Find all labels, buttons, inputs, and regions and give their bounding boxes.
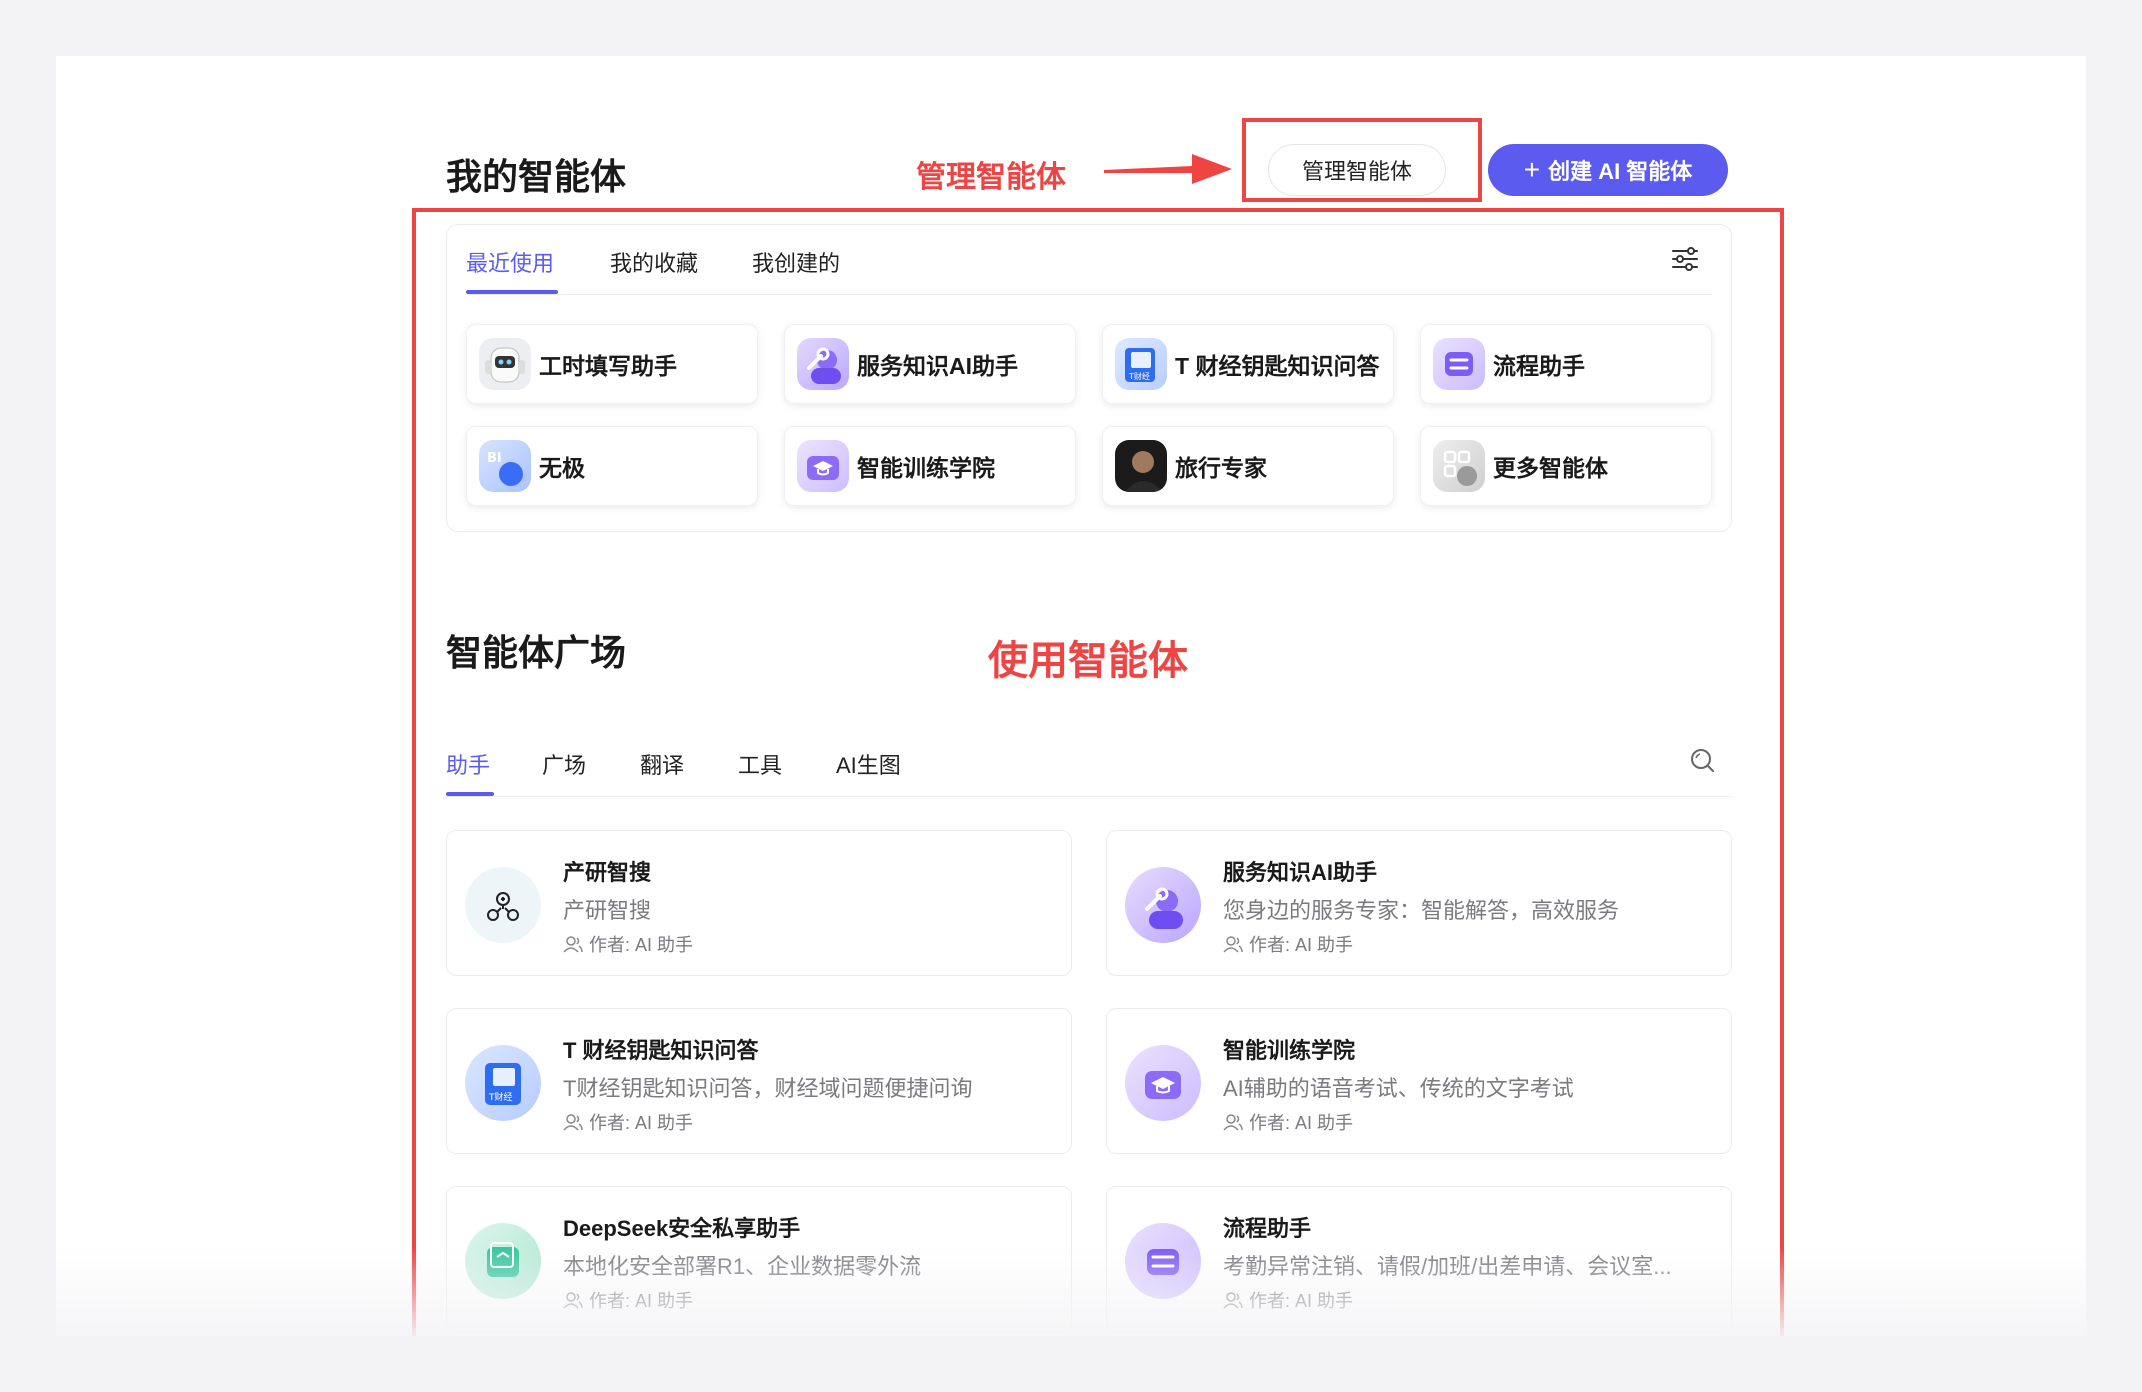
create-agent-button[interactable]: + 创建 AI 智能体 (1488, 144, 1728, 196)
create-agent-label: 创建 AI 智能体 (1548, 159, 1693, 184)
user-icon (563, 1292, 583, 1309)
agent-card-author-text: 作者: AI 助手 (589, 1291, 694, 1311)
graduation-cap-icon (797, 440, 849, 492)
tab-recent[interactable]: 最近使用 (466, 246, 554, 278)
agent-card-author: 作者: AI 助手 (563, 1109, 693, 1135)
recent-agent-name: 服务知识AI助手 (857, 353, 1018, 379)
svg-text:T财经: T财经 (1128, 371, 1150, 381)
wrench-person-icon (797, 338, 849, 390)
agent-card[interactable]: 智能训练学院 AI辅助的语音考试、传统的文字考试 作者: AI 助手 (1106, 1008, 1732, 1154)
agent-card-author: 作者: AI 助手 (1223, 1287, 1353, 1313)
agent-card-author: 作者: AI 助手 (563, 931, 693, 957)
agent-card-author-text: 作者: AI 助手 (589, 935, 694, 955)
recent-agent-name: 无极 (539, 455, 585, 481)
recent-agent-card[interactable]: 更多智能体 (1420, 426, 1712, 506)
agent-card[interactable]: 流程助手 考勤异常注销、请假/加班/出差申请、会议室... 作者: AI 助手 (1106, 1186, 1732, 1332)
agent-card-desc: AI辅助的语音考试、传统的文字考试 (1223, 1076, 1574, 1101)
agent-card-desc: 产研智搜 (563, 898, 652, 923)
agent-card-author: 作者: AI 助手 (1223, 1109, 1353, 1135)
svg-text:BI: BI (487, 451, 502, 466)
svg-text:T财经: T财经 (488, 1091, 513, 1103)
agent-card[interactable]: 产研智搜 产研智搜 作者: AI 助手 (446, 830, 1072, 976)
agent-card-author-text: 作者: AI 助手 (1249, 1291, 1354, 1311)
agent-card-title: T 财经钥匙知识问答 (563, 1038, 759, 1063)
recent-agent-name: 更多智能体 (1493, 455, 1608, 481)
recent-agent-card[interactable]: BI 无极 (466, 426, 758, 506)
book-icon: T财经 (465, 1045, 541, 1121)
agent-card-desc: 本地化安全部署R1、企业数据零外流 (563, 1254, 922, 1279)
my-agents-title: 我的智能体 (446, 156, 627, 197)
plaza-tabs-divider (446, 796, 1732, 797)
agent-card[interactable]: T财经 T 财经钥匙知识问答 T财经钥匙知识问答，财经域问题便捷问询 作者: A… (446, 1008, 1072, 1154)
agent-card-desc: 考勤异常注销、请假/加班/出差申请、会议室... (1223, 1254, 1672, 1279)
page-canvas: 我的智能体 管理智能体 管理智能体 + 创建 AI 智能体 最近使用 我的收藏 … (56, 56, 2086, 1336)
flow-icon (1433, 338, 1485, 390)
agent-card-title: 服务知识AI助手 (1223, 860, 1378, 885)
user-icon (1223, 936, 1243, 953)
annotation-manage-label: 管理智能体 (916, 161, 1066, 194)
agent-card-title: DeepSeek安全私享助手 (563, 1216, 801, 1241)
annotation-arrow-icon (1104, 154, 1232, 184)
user-icon (563, 936, 583, 953)
recent-agent-name: 智能训练学院 (857, 455, 995, 481)
search-icon[interactable] (1688, 746, 1716, 774)
agent-card[interactable]: DeepSeek安全私享助手 本地化安全部署R1、企业数据零外流 作者: AI … (446, 1186, 1072, 1332)
grid-icon (1433, 440, 1485, 492)
recent-agent-card[interactable]: T财经 T 财经钥匙知识问答 (1102, 324, 1394, 404)
agent-card-title: 智能训练学院 (1223, 1038, 1356, 1063)
agent-card-author-text: 作者: AI 助手 (1249, 935, 1354, 955)
tab-plaza[interactable]: 广场 (542, 748, 586, 780)
recent-tabs-divider (466, 294, 1712, 295)
recent-agent-card[interactable]: 旅行专家 (1102, 426, 1394, 506)
plaza-title: 智能体广场 (446, 632, 627, 673)
agent-card-title: 产研智搜 (563, 860, 652, 885)
agent-card-author-text: 作者: AI 助手 (589, 1113, 694, 1133)
agent-card-author-text: 作者: AI 助手 (1249, 1113, 1354, 1133)
agent-card-title: 流程助手 (1223, 1216, 1312, 1241)
secure-doc-icon (465, 1223, 541, 1299)
user-icon (563, 1114, 583, 1131)
tab-assistant[interactable]: 助手 (446, 748, 490, 780)
tab-translate[interactable]: 翻译 (640, 748, 684, 780)
flow-icon (1125, 1223, 1201, 1299)
agent-card[interactable]: 服务知识AI助手 您身边的服务专家：智能解答，高效服务 作者: AI 助手 (1106, 830, 1732, 976)
bi-icon: BI (479, 440, 531, 492)
agent-card-author: 作者: AI 助手 (1223, 931, 1353, 957)
wrench-person-icon (1125, 867, 1201, 943)
tab-tools[interactable]: 工具 (738, 748, 782, 780)
manage-agents-button[interactable]: 管理智能体 (1268, 144, 1446, 196)
agent-card-desc: T财经钥匙知识问答，财经域问题便捷问询 (563, 1076, 973, 1101)
book-icon: T财经 (1115, 338, 1167, 390)
user-icon (1223, 1114, 1243, 1131)
user-icon (1223, 1292, 1243, 1309)
tab-created[interactable]: 我创建的 (752, 246, 840, 278)
annotation-use-label: 使用智能体 (988, 639, 1188, 683)
agent-card-author: 作者: AI 助手 (563, 1287, 693, 1313)
plus-icon: + (1523, 154, 1541, 185)
recent-agent-card[interactable]: 工时填写助手 (466, 324, 758, 404)
agent-card-desc: 您身边的服务专家：智能解答，高效服务 (1223, 898, 1620, 923)
recent-agent-name: 流程助手 (1493, 353, 1585, 379)
sliders-icon[interactable] (1670, 244, 1700, 274)
recent-agent-card[interactable]: 服务知识AI助手 (784, 324, 1076, 404)
graduation-cap-icon (1125, 1045, 1201, 1121)
recent-agent-card[interactable]: 智能训练学院 (784, 426, 1076, 506)
recent-agent-card[interactable]: 流程助手 (1420, 324, 1712, 404)
recent-agent-name: 工时填写助手 (539, 353, 677, 379)
tab-ai-image[interactable]: AI生图 (836, 748, 901, 780)
recent-agent-name: 旅行专家 (1175, 455, 1267, 481)
tab-favorites[interactable]: 我的收藏 (610, 246, 698, 278)
recent-agent-name: T 财经钥匙知识问答 (1175, 353, 1380, 379)
avatar-photo-icon (1115, 440, 1167, 492)
robot-icon (479, 338, 531, 390)
search-nodes-icon (465, 867, 541, 943)
